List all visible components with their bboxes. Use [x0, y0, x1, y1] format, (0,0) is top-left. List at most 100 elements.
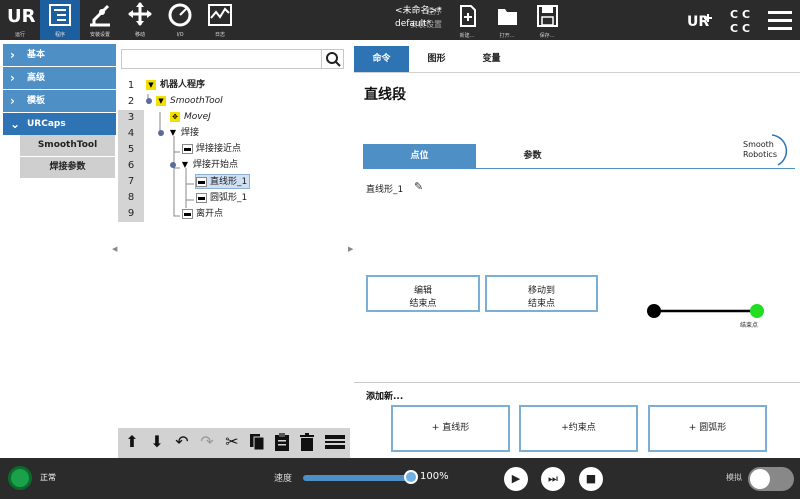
installation-tab-label: 安装设置	[89, 32, 110, 38]
edit-endpoint-button[interactable]: 编辑 结束点	[366, 275, 480, 312]
collapse-right-arrow-icon[interactable]: ▶	[348, 245, 353, 253]
start-point-dot	[647, 304, 661, 318]
node-pin-icon	[170, 161, 176, 168]
add-new-divider	[354, 382, 800, 383]
io-tab-label: I/O	[176, 32, 184, 38]
ur-plus-icon[interactable]: UR	[686, 8, 714, 32]
program-info-values: <未命名>* default*	[395, 5, 442, 31]
speed-slider-handle[interactable]	[404, 470, 418, 484]
tree-node-depart[interactable]: 离开点	[182, 207, 223, 222]
log-tab-label: 日志	[214, 32, 225, 38]
move-down-icon[interactable]: ⬇	[147, 432, 167, 452]
waypoint-bar-icon	[182, 208, 193, 219]
tree-node-label: 焊接开始点	[193, 160, 239, 170]
pencil-edit-icon[interactable]: ✎	[414, 180, 423, 193]
hamburger-menu-icon[interactable]	[768, 9, 792, 31]
tree-node-movej[interactable]: ✥ MoveJ	[170, 110, 211, 125]
open-folder-icon	[498, 9, 517, 25]
move-to-endpoint-line1: 移动到	[527, 286, 555, 296]
line-number: 7	[118, 174, 144, 190]
tab-variables[interactable]: 变量	[464, 46, 519, 72]
collapse-left-arrow-icon[interactable]: ◀	[112, 245, 117, 253]
move-arrows-icon: ✥	[170, 111, 180, 122]
tree-node-weld-approach[interactable]: 焊接接近点	[182, 142, 241, 157]
tree-node-robot-program[interactable]: ▼ 机器人程序	[146, 78, 205, 93]
tree-node-label: 离开点	[196, 209, 224, 219]
play-button[interactable]: ▶	[504, 467, 528, 491]
tab-graphics[interactable]: 图形	[409, 46, 464, 72]
redo-icon[interactable]: ↷	[197, 432, 217, 452]
paste-icon[interactable]	[272, 432, 292, 452]
copy-icon[interactable]	[247, 432, 267, 452]
tab-command[interactable]: 命令	[354, 46, 409, 72]
line-number: 8	[118, 190, 144, 206]
tree-node-label: SmoothTool	[170, 96, 223, 106]
urcap-item-smoothtool[interactable]: SmoothTool	[20, 135, 115, 156]
svg-text:C: C	[730, 22, 738, 34]
log-tab-button[interactable]: 日志	[200, 0, 240, 40]
logo-line1: Smooth	[743, 140, 774, 149]
move-to-endpoint-button[interactable]: 移动到 结束点	[485, 275, 598, 312]
move-up-icon[interactable]: ⬆	[122, 432, 142, 452]
stop-button[interactable]: ■	[579, 467, 603, 491]
add-arc-button[interactable]: + 圆弧形	[648, 405, 767, 452]
save-file-label: 保存...	[539, 33, 555, 39]
cut-icon[interactable]: ✂	[222, 432, 242, 452]
category-advanced[interactable]: › 高级	[3, 67, 116, 89]
tree-node-arc-1[interactable]: 圆弧形_1	[196, 191, 247, 206]
io-tab-button[interactable]: I/O	[160, 0, 200, 40]
robot-status-indicator[interactable]	[8, 466, 32, 490]
save-file-button[interactable]: 保存...	[532, 3, 562, 39]
new-file-icon	[460, 5, 476, 27]
collapse-triangle-icon[interactable]: ▼	[156, 95, 166, 106]
end-point-dot	[750, 304, 764, 318]
search-input[interactable]	[121, 49, 344, 69]
node-pin-icon	[158, 129, 164, 136]
category-basic[interactable]: › 基本	[3, 44, 116, 66]
category-urcaps[interactable]: ⌄ URCaps	[3, 113, 116, 135]
collapse-triangle-icon[interactable]: ▼	[146, 79, 156, 90]
delete-icon[interactable]	[297, 432, 317, 452]
simulation-toggle[interactable]	[748, 467, 794, 491]
tree-node-weld-start[interactable]: ▼ 焊接开始点	[170, 158, 238, 173]
node-pin-icon	[146, 97, 152, 104]
program-tree-panel: 1 2 3 4 5 6 7 8 9 ▼ 机器人程序 ▼ SmoothTool ✥ Mo…	[118, 44, 350, 458]
waypoint-name: 直线形_1	[366, 185, 404, 195]
new-file-button[interactable]: 新建...	[452, 3, 482, 39]
ur-logo-icon: UR	[7, 6, 36, 27]
subtab-points[interactable]: 点位	[363, 144, 476, 168]
tree-toolbar: ⬆ ⬇ ↶ ↷ ✂	[118, 428, 350, 458]
program-tab-button[interactable]: 程序	[40, 0, 80, 40]
tree-node-smoothtool[interactable]: ▼ SmoothTool	[146, 94, 223, 109]
move-to-endpoint-line2: 结束点	[527, 299, 555, 309]
collapse-triangle-icon[interactable]: ▼	[180, 160, 190, 170]
move-tab-button[interactable]: 移动	[120, 0, 160, 40]
status-label: 正常	[40, 473, 56, 482]
waypoint-bar-icon	[182, 143, 193, 154]
speed-slider-track[interactable]	[303, 475, 415, 481]
paste-glyph	[275, 433, 289, 451]
run-tab-button[interactable]: UR 运行	[0, 0, 40, 40]
add-constraint-point-button[interactable]: +约束点	[519, 405, 638, 452]
edit-endpoint-line1: 编辑	[413, 286, 432, 296]
subtab-parameters[interactable]: 参数	[476, 144, 589, 168]
add-linear-button[interactable]: + 直线形	[391, 405, 510, 452]
chevron-down-icon: ⌄	[10, 117, 21, 131]
tree-node-linear-1[interactable]: 直线形_1	[195, 174, 251, 189]
collapse-triangle-icon[interactable]: ▼	[168, 128, 178, 138]
installation-tab-button[interactable]: 安装设置	[80, 0, 120, 40]
search-button[interactable]	[321, 50, 343, 68]
svg-text:C: C	[742, 22, 750, 34]
undo-icon[interactable]: ↶	[172, 432, 192, 452]
tree-node-weld[interactable]: ▼ 焊接	[158, 126, 199, 141]
line-number: 1	[127, 80, 135, 91]
open-file-button[interactable]: 打开...	[492, 3, 522, 39]
program-node-category-panel: › 基本 › 高级 › 模板 ⌄ URCaps SmoothTool 焊接参数	[0, 40, 116, 458]
category-templates[interactable]: › 模板	[3, 90, 116, 112]
suppress-icon[interactable]	[324, 432, 345, 452]
add-new-label: 添加新...	[366, 392, 404, 402]
step-button[interactable]: ⏭	[541, 467, 565, 491]
connection-status-icon[interactable]: C CC C	[728, 6, 754, 34]
urcap-item-weld-params[interactable]: 焊接参数	[20, 157, 115, 178]
tab-divider	[354, 72, 800, 73]
